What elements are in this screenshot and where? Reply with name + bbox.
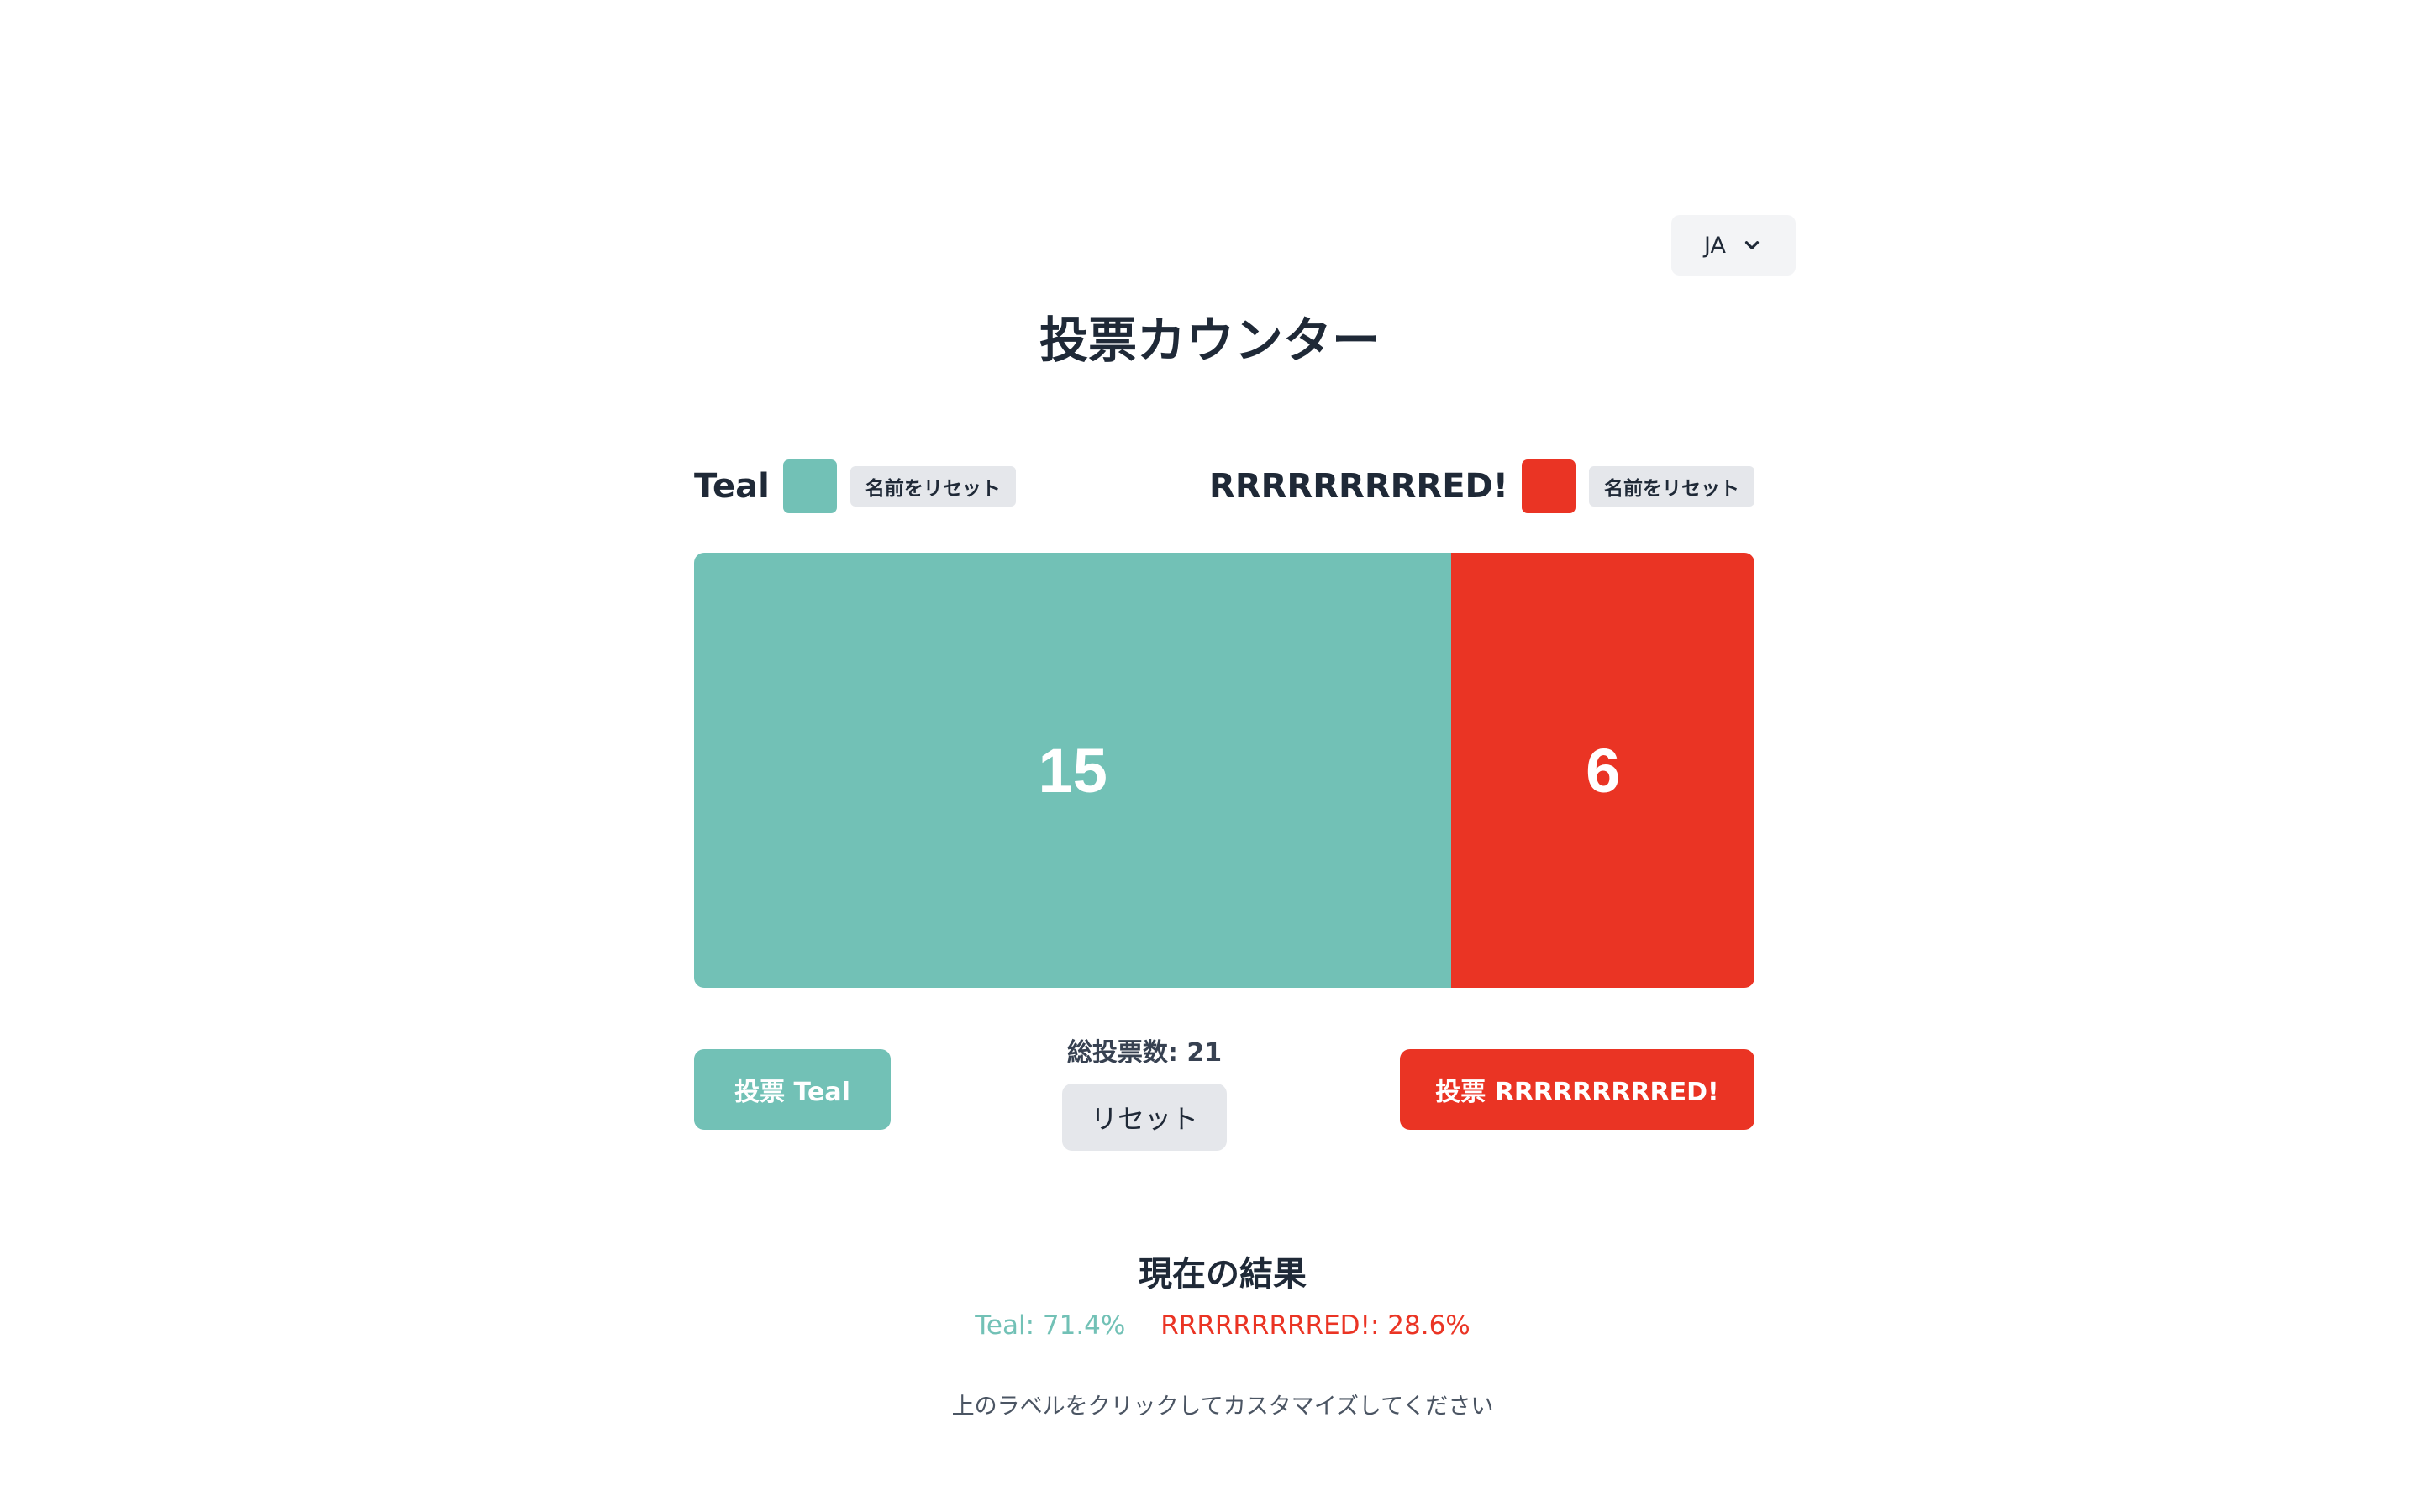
page-title: 投票カウンター	[1039, 312, 1381, 369]
left-vote-count: 15	[1038, 735, 1107, 806]
right-label-row: RRRRRRRRRED! 名前をリセット	[1209, 459, 1754, 514]
right-vote-count: 6	[1586, 735, 1621, 806]
results-title: 現在の結果	[1139, 1255, 1307, 1294]
left-color-swatch[interactable]	[782, 459, 837, 513]
total-votes: 総投票数: 21	[1066, 1038, 1223, 1068]
chevron-down-icon	[1744, 241, 1760, 249]
left-vote-segment: 15	[694, 553, 1452, 988]
language-select-value: JA	[1704, 232, 1726, 259]
language-select[interactable]: JA	[1671, 215, 1796, 276]
right-result: RRRRRRRRRED!: 28.6%	[1160, 1310, 1470, 1341]
left-name-label[interactable]: Teal	[694, 467, 770, 506]
reset-button[interactable]: リセット	[1062, 1084, 1227, 1151]
right-color-swatch[interactable]	[1522, 459, 1576, 513]
hint-text: 上のラベルをクリックしてカスタマイズしてください	[951, 1394, 1494, 1420]
right-reset-name-button[interactable]: 名前をリセット	[1589, 466, 1754, 507]
left-reset-name-button[interactable]: 名前をリセット	[850, 466, 1016, 507]
right-name-label[interactable]: RRRRRRRRRED!	[1209, 467, 1508, 506]
vote-bar: 15 6	[694, 553, 1754, 988]
left-label-row: Teal 名前をリセット	[694, 459, 1016, 514]
right-vote-segment: 6	[1451, 553, 1754, 988]
results-line: Teal: 71.4% RRRRRRRRRED!: 28.6%	[0, 1310, 2420, 1341]
left-result: Teal: 71.4%	[975, 1310, 1126, 1341]
vote-right-button[interactable]: 投票 RRRRRRRRRED!	[1400, 1049, 1754, 1130]
